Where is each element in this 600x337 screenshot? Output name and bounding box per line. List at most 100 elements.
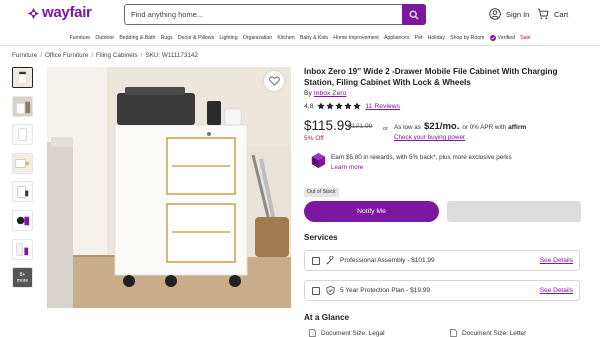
- nav-item-decor-pillows[interactable]: Decor & Pillows: [178, 35, 214, 41]
- glance-legal-label: Document Size: Legal: [321, 329, 385, 337]
- assembly-label: Professional Assembly - $101.99: [340, 257, 435, 264]
- verified-check-icon: [489, 35, 496, 41]
- out-of-stock-badge: Out of Stock: [304, 188, 339, 197]
- nav-item-home-improvement[interactable]: Home Improvement: [333, 35, 379, 41]
- search-input[interactable]: [125, 5, 402, 24]
- wayfair-logo-mark-icon: [27, 7, 40, 19]
- notify-me-button[interactable]: Notify Me: [304, 201, 439, 222]
- nav-item-baby-kids[interactable]: Baby & Kids: [300, 35, 328, 41]
- nav-item-bedding-bath[interactable]: Bedding & Bath: [119, 35, 155, 41]
- discount-label: 5% Off: [304, 135, 324, 142]
- nav-item-organization[interactable]: Organization: [243, 35, 272, 41]
- search-button[interactable]: [402, 4, 426, 25]
- header-divider: [0, 45, 600, 46]
- cart-icon: [537, 8, 549, 19]
- disabled-action-button[interactable]: [447, 201, 581, 222]
- nav-item-shop-by-room[interactable]: Shop by Room: [450, 35, 484, 41]
- star-icon: [344, 102, 352, 110]
- breadcrumb: Furniture / Office Furniture / Filing Ca…: [12, 52, 198, 59]
- nav-item-verified[interactable]: Verified: [489, 35, 515, 41]
- nav-item-outdoor[interactable]: Outdoor: [95, 35, 114, 41]
- by-label: By: [304, 90, 312, 97]
- service-option-assembly[interactable]: Professional Assembly - $101.99 See Deta…: [304, 250, 580, 271]
- service-option-protection[interactable]: 5 Year Protection Plan - $19.99 See Deta…: [304, 280, 580, 301]
- thumbnail-strip: 8+ more: [12, 67, 33, 296]
- nav-item-kitchen[interactable]: Kitchen: [277, 35, 294, 41]
- shield-icon: [326, 286, 335, 295]
- sign-in-label: Sign In: [506, 9, 530, 19]
- financing-suffix: or 0% APR with: [462, 124, 507, 131]
- nav-item-appliances[interactable]: Appliances: [384, 35, 409, 41]
- product-brand-line: By Inbox Zero: [304, 90, 346, 97]
- financing-offer: As low as $21/mo. or 0% APR with affirm: [394, 121, 526, 132]
- reviews-link[interactable]: 11 Reviews: [365, 103, 400, 110]
- wayfair-logo-text: wayfair: [42, 4, 92, 21]
- heart-icon: [268, 76, 280, 86]
- rating-stars: [317, 102, 361, 110]
- rewards-learn-more-link[interactable]: Learn more: [331, 164, 363, 171]
- document-icon: [450, 329, 457, 337]
- affirm-logo: affirm: [508, 124, 527, 131]
- cart-button[interactable]: Cart: [537, 8, 568, 20]
- site-header: wayfair Sign In Cart: [0, 0, 600, 30]
- nav-item-holiday[interactable]: Holiday: [428, 35, 445, 41]
- search-bar: [124, 4, 426, 25]
- star-icon: [326, 102, 334, 110]
- rewards-text: Earn $5.80 in rewards, with 5% back*, pl…: [331, 154, 512, 161]
- sku-label: SKU: W111173142: [145, 52, 198, 59]
- wayfair-logo[interactable]: wayfair: [27, 4, 92, 21]
- breadcrumb-separator: /: [40, 52, 42, 59]
- nav-item-sale[interactable]: Sale: [520, 35, 530, 41]
- nav-item-rugs[interactable]: Rugs: [161, 35, 173, 41]
- protection-see-details-link[interactable]: See Details: [540, 287, 573, 294]
- breadcrumb-filing-cabinets[interactable]: Filing Cabinets: [96, 52, 138, 59]
- star-icon: [335, 102, 343, 110]
- sign-in-button[interactable]: Sign In: [489, 8, 529, 20]
- product-title: Inbox Zero 19'' Wide 2 -Drawer Mobile Fi…: [304, 67, 558, 87]
- financing-amount: $21/mo.: [423, 121, 460, 132]
- star-icon: [317, 102, 326, 110]
- assembly-checkbox[interactable]: [312, 256, 320, 265]
- user-icon: [489, 8, 501, 20]
- glance-letter-label: Document Size: Letter: [462, 329, 527, 337]
- thumbnail-6[interactable]: [12, 209, 33, 231]
- favorite-button[interactable]: [264, 71, 284, 91]
- financing-prefix: As low as: [394, 124, 421, 131]
- protection-checkbox[interactable]: [312, 286, 320, 295]
- services-heading: Services: [304, 233, 338, 242]
- assembly-see-details-link[interactable]: See Details: [540, 257, 573, 264]
- rewards-gem-icon: [311, 152, 326, 169]
- verified-label: Verified: [497, 35, 515, 41]
- breadcrumb-office-furniture[interactable]: Office Furniture: [45, 52, 88, 59]
- breadcrumb-separator: /: [91, 52, 93, 59]
- thumbnail-2[interactable]: [12, 95, 33, 117]
- product-photo: [47, 67, 291, 308]
- thumbnail-3[interactable]: [12, 124, 33, 146]
- category-nav: Furniture Outdoor Bedding & Bath Rugs De…: [0, 32, 600, 44]
- breadcrumb-furniture[interactable]: Furniture: [12, 52, 37, 59]
- at-a-glance-heading: At a Glance: [304, 313, 350, 322]
- product-main-image[interactable]: [47, 67, 291, 308]
- star-icon: [352, 102, 361, 110]
- search-icon: [409, 10, 419, 20]
- brand-link[interactable]: Inbox Zero: [314, 90, 347, 97]
- thumbnail-1[interactable]: [12, 67, 33, 88]
- document-icon: [309, 329, 316, 337]
- breadcrumb-separator: /: [140, 52, 143, 59]
- nav-item-pet[interactable]: Pet: [415, 35, 423, 41]
- current-price: $115.99: [304, 118, 352, 133]
- or-label: or: [383, 126, 389, 132]
- glance-item-letter: Document Size: Letter: [450, 329, 526, 337]
- check-buying-power-link[interactable]: Check your buying power: [394, 134, 465, 141]
- assembly-icon: [326, 256, 335, 265]
- glance-item-legal: Document Size: Legal: [309, 329, 385, 337]
- thumbnail-4[interactable]: [12, 152, 33, 174]
- thumbnail-more[interactable]: 8+ more: [12, 267, 33, 289]
- rating-value: 4.8: [304, 102, 314, 110]
- more-label: more: [16, 277, 29, 284]
- thumbnail-5[interactable]: [12, 181, 33, 203]
- nav-item-lighting[interactable]: Lighting: [219, 35, 237, 41]
- nav-item-furniture[interactable]: Furniture: [69, 35, 90, 41]
- thumbnail-7[interactable]: [12, 238, 33, 260]
- protection-label: 5 Year Protection Plan - $19.99: [340, 287, 430, 294]
